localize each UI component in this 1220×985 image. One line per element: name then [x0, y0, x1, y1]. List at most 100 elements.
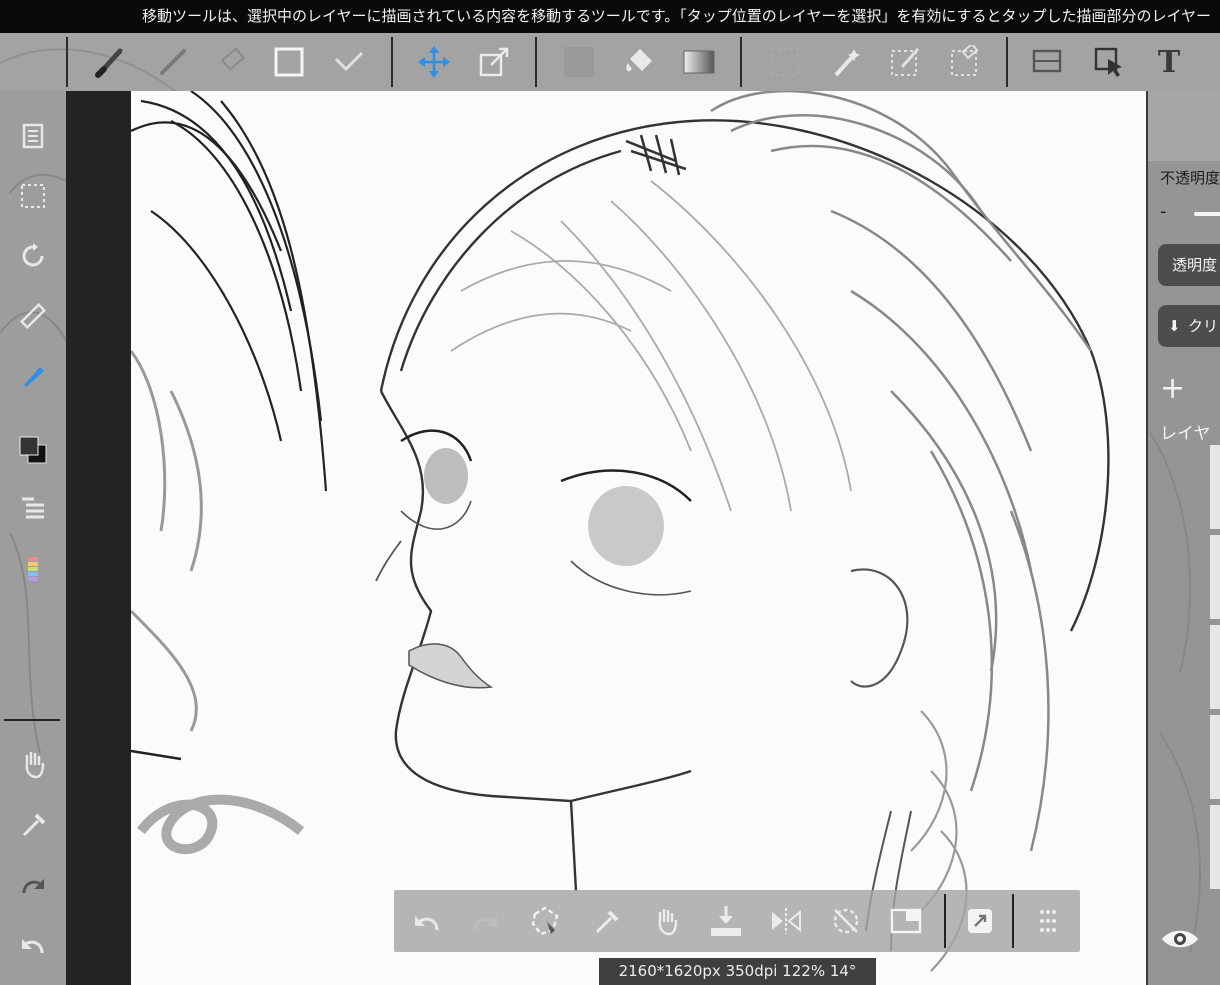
eyedropper-icon — [22, 813, 46, 837]
flip-horizontal-icon — [772, 908, 801, 934]
layer-frame-icon — [890, 908, 922, 934]
layer-icon — [22, 123, 44, 149]
correction-tool-button[interactable] — [326, 39, 372, 85]
select-eraser-tool-button[interactable] — [942, 39, 988, 85]
selection-button[interactable] — [10, 173, 56, 219]
quick-toolbar-separator — [1012, 894, 1014, 948]
eraser-tool-button[interactable] — [210, 39, 256, 85]
redo-quick-button[interactable] — [464, 898, 508, 944]
layer-thumbnail[interactable] — [1210, 445, 1220, 529]
download-icon — [711, 906, 741, 936]
transform-icon — [479, 47, 509, 77]
smudge-tool-button[interactable] — [150, 39, 196, 85]
left-toolbar-divider — [4, 719, 60, 721]
rotate-button[interactable] — [10, 233, 56, 279]
shape-tool-button[interactable] — [266, 39, 312, 85]
undo-icon — [415, 916, 439, 931]
toolbar-separator — [740, 37, 742, 87]
layer-list-icon — [22, 497, 44, 519]
canvas-operation-icon — [1032, 49, 1062, 73]
text-tool-glyph: T — [1157, 44, 1181, 80]
add-layer-button[interactable]: + — [1160, 371, 1185, 406]
hand-button[interactable] — [10, 741, 56, 787]
palette-button[interactable] — [10, 547, 56, 593]
selection-icon — [21, 184, 45, 208]
reset-rotation-icon — [833, 908, 859, 934]
layer-list-button[interactable] — [10, 485, 56, 531]
eyedropper-quick-button[interactable] — [584, 898, 628, 944]
undo-quick-button[interactable] — [404, 898, 448, 944]
eye-icon — [1162, 930, 1198, 948]
material-button[interactable] — [958, 898, 1002, 944]
layer-visibility-button[interactable] — [1158, 921, 1202, 957]
select-layer-tool-button[interactable] — [1086, 39, 1132, 85]
quick-toolbar — [394, 890, 1080, 952]
reset-rotation-button[interactable] — [824, 898, 868, 944]
clipping-button[interactable]: ⬇ クリ — [1158, 305, 1220, 347]
drawing-canvas[interactable] — [131, 91, 1146, 985]
select-pen-tool-button[interactable] — [882, 39, 928, 85]
smudge-icon — [160, 49, 186, 75]
opacity-minus-button[interactable]: - — [1160, 201, 1167, 222]
layer-button[interactable] — [10, 113, 56, 159]
redo-icon — [473, 916, 497, 931]
ruler-icon — [19, 302, 47, 330]
redo-button[interactable] — [10, 863, 56, 909]
clipping-arrow-icon: ⬇ — [1168, 317, 1181, 335]
brush-cone-button[interactable] — [10, 353, 56, 399]
layer-thumbnail[interactable] — [1210, 805, 1220, 889]
toolbar-separator — [391, 37, 393, 87]
gradient-icon — [683, 50, 715, 74]
brush-cone-icon — [24, 367, 44, 387]
hand-quick-button[interactable] — [644, 898, 688, 944]
more-button[interactable] — [1026, 898, 1070, 944]
canvas-gutter — [66, 91, 131, 985]
opacity-slider[interactable] — [1194, 212, 1220, 216]
magic-wand-tool-button[interactable] — [824, 39, 870, 85]
import-button[interactable] — [704, 898, 748, 944]
ruler-button[interactable] — [10, 293, 56, 339]
lasso-fill-button[interactable] — [524, 898, 568, 944]
canvas-status-readout: 2160*1620px 350dpi 122% 14° — [599, 958, 876, 985]
cursor-select-icon — [1094, 47, 1122, 77]
toolbar-separator — [1006, 37, 1008, 87]
color-button[interactable] — [10, 427, 56, 473]
hint-bar: 移動ツールは、選択中のレイヤーに描画されている内容を移動するツールです。「タップ… — [0, 0, 1220, 33]
panel-header — [1148, 91, 1220, 161]
move-tool-button[interactable] — [411, 39, 457, 85]
rectangle-icon — [274, 47, 304, 77]
opacity-label: 不透明度 — [1160, 169, 1220, 187]
eyedropper-button[interactable] — [10, 801, 56, 847]
toolbar-separator — [535, 37, 537, 87]
brush-tool-button[interactable] — [88, 39, 134, 85]
layer-thumbnail[interactable] — [1210, 715, 1220, 799]
correction-icon — [334, 51, 364, 72]
layer-thumbnail[interactable] — [1210, 625, 1220, 709]
alpha-lock-button[interactable]: 透明度 — [1158, 244, 1220, 286]
layer-header-label: レイヤ — [1160, 424, 1211, 444]
undo-button[interactable] — [10, 921, 56, 967]
layer-view-button[interactable] — [884, 898, 928, 944]
layer-panel: 不透明度 - 透明度 ⬇ クリ + レイヤ — [1146, 91, 1220, 985]
redo-icon — [22, 879, 44, 894]
transform-tool-button[interactable] — [471, 39, 517, 85]
flip-button[interactable] — [764, 898, 808, 944]
paint-bucket-icon — [626, 49, 652, 72]
gradient-tool-button[interactable] — [676, 39, 722, 85]
layer-thumbnail[interactable] — [1210, 535, 1220, 619]
eraser-icon — [220, 47, 246, 71]
rainbow-palette-icon — [28, 557, 38, 581]
bucket-tool-button[interactable] — [616, 39, 662, 85]
select-pen-icon — [891, 48, 920, 76]
operation-tool-button[interactable] — [1024, 39, 1070, 85]
text-tool-button[interactable]: T — [1146, 39, 1192, 85]
fill-color-button[interactable] — [556, 39, 602, 85]
grip-dots-icon — [1040, 910, 1056, 932]
hand-icon — [658, 909, 678, 936]
brush-icon — [95, 48, 123, 78]
toolbar-separator — [66, 37, 68, 87]
select-tool-button[interactable] — [762, 39, 808, 85]
move-arrows-icon — [418, 46, 450, 78]
color-swatch-icon — [19, 436, 47, 464]
rotate-icon — [22, 243, 44, 267]
